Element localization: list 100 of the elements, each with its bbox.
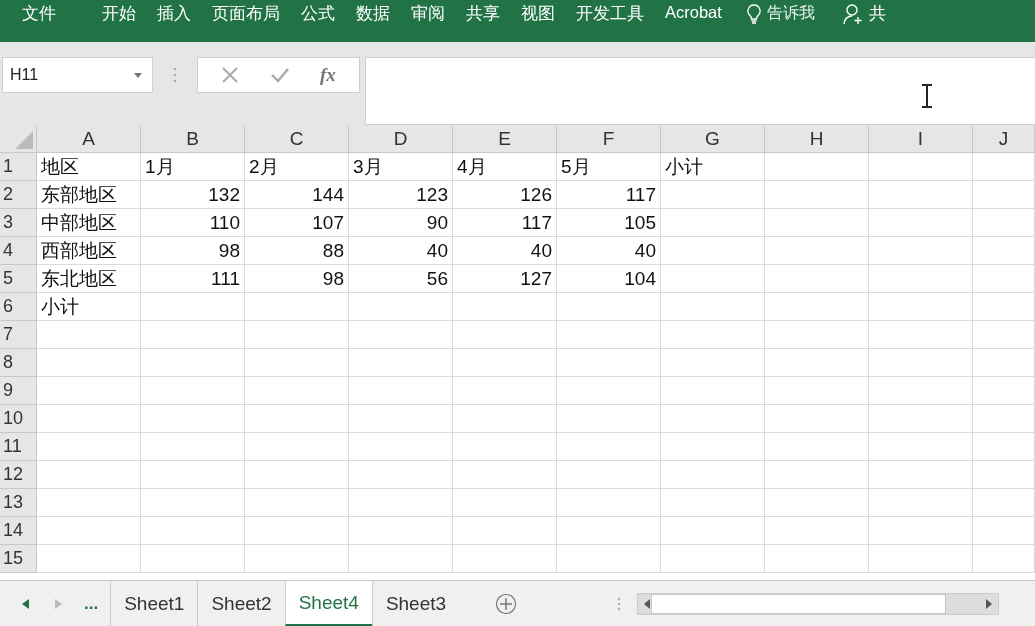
scrollbar-thumb[interactable] [650,593,946,614]
table-cell[interactable] [557,377,661,405]
table-cell[interactable] [349,349,453,377]
table-cell[interactable] [869,377,973,405]
table-cell[interactable] [245,433,349,461]
table-cell[interactable] [661,377,765,405]
table-cell[interactable] [141,545,245,573]
table-cell[interactable] [37,517,141,545]
table-cell[interactable] [453,349,557,377]
table-cell[interactable] [141,517,245,545]
table-cell[interactable] [557,545,661,573]
table-cell[interactable]: 56 [349,265,453,293]
table-cell[interactable] [765,181,869,209]
table-cell[interactable] [869,293,973,321]
table-cell[interactable]: 西部地区 [37,237,141,265]
table-cell[interactable]: 4月 [453,153,557,181]
table-cell[interactable] [869,405,973,433]
ribbon-tab[interactable]: 共享 [466,0,500,25]
table-cell[interactable] [453,517,557,545]
table-cell[interactable] [973,321,1035,349]
table-cell[interactable] [973,293,1035,321]
table-cell[interactable] [557,321,661,349]
column-header[interactable]: D [349,125,453,153]
table-cell[interactable] [557,461,661,489]
table-cell[interactable] [557,489,661,517]
row-header[interactable]: 1 [0,153,37,181]
table-cell[interactable]: 小计 [37,293,141,321]
table-cell[interactable] [869,321,973,349]
table-cell[interactable] [349,489,453,517]
ribbon-tab[interactable]: 插入 [157,0,191,25]
table-cell[interactable] [37,461,141,489]
ribbon-tab[interactable]: 公式 [301,0,335,25]
ribbon-tab[interactable]: 视图 [521,0,555,25]
table-cell[interactable]: 中部地区 [37,209,141,237]
table-cell[interactable] [245,377,349,405]
table-cell[interactable] [869,209,973,237]
table-cell[interactable] [661,209,765,237]
table-cell[interactable]: 105 [557,209,661,237]
table-cell[interactable] [557,405,661,433]
table-cell[interactable] [557,433,661,461]
add-sheet-icon[interactable] [495,592,518,615]
sheet-tab[interactable]: Sheet2 [197,581,285,626]
sheet-tab[interactable]: Sheet3 [371,581,460,626]
row-header[interactable]: 5 [0,265,37,293]
table-cell[interactable] [349,461,453,489]
table-cell[interactable] [973,517,1035,545]
table-cell[interactable] [557,349,661,377]
table-cell[interactable]: 111 [141,265,245,293]
table-cell[interactable] [245,321,349,349]
name-box[interactable]: H11 [2,57,153,93]
table-cell[interactable]: 132 [141,181,245,209]
column-header[interactable]: I [869,125,973,153]
table-cell[interactable]: 123 [349,181,453,209]
table-cell[interactable] [765,545,869,573]
row-header[interactable]: 8 [0,349,37,377]
close-icon[interactable] [221,66,240,84]
row-header[interactable]: 3 [0,209,37,237]
horizontal-scrollbar[interactable] [637,592,1000,615]
table-cell[interactable] [973,377,1035,405]
table-cell[interactable] [765,349,869,377]
ribbon-tab[interactable]: 页面布局 [212,0,280,25]
ribbon-tab[interactable]: 审阅 [411,0,445,25]
table-cell[interactable] [765,293,869,321]
more-sheets-button[interactable]: ... [84,593,99,614]
table-cell[interactable]: 98 [141,237,245,265]
sheet-tab[interactable]: Sheet4 [284,581,372,626]
table-cell[interactable] [349,321,453,349]
table-cell[interactable] [973,545,1035,573]
insert-function-button[interactable]: fx [319,64,336,86]
ribbon-tab[interactable]: 开始 [102,0,136,25]
table-cell[interactable] [765,237,869,265]
column-header[interactable]: E [453,125,557,153]
table-cell[interactable] [765,433,869,461]
table-cell[interactable] [869,349,973,377]
table-cell[interactable] [661,265,765,293]
table-cell[interactable] [37,405,141,433]
table-cell[interactable] [245,517,349,545]
table-cell[interactable] [141,489,245,517]
table-cell[interactable] [245,489,349,517]
table-cell[interactable]: 小计 [661,153,765,181]
checkmark-icon[interactable] [269,66,290,84]
table-cell[interactable]: 东北地区 [37,265,141,293]
sheet-tab[interactable]: Sheet1 [110,581,198,626]
table-cell[interactable] [765,265,869,293]
table-cell[interactable]: 东部地区 [37,181,141,209]
table-cell[interactable] [453,321,557,349]
table-cell[interactable]: 127 [453,265,557,293]
row-header[interactable]: 7 [0,321,37,349]
table-cell[interactable] [661,489,765,517]
table-cell[interactable] [453,461,557,489]
row-header[interactable]: 13 [0,489,37,517]
table-cell[interactable]: 107 [245,209,349,237]
table-cell[interactable] [349,433,453,461]
table-cell[interactable] [869,181,973,209]
ribbon-tab[interactable]: 文件 [22,0,56,25]
table-cell[interactable] [557,293,661,321]
table-cell[interactable] [973,461,1035,489]
table-cell[interactable] [141,349,245,377]
column-header[interactable]: C [245,125,349,153]
table-cell[interactable] [37,321,141,349]
